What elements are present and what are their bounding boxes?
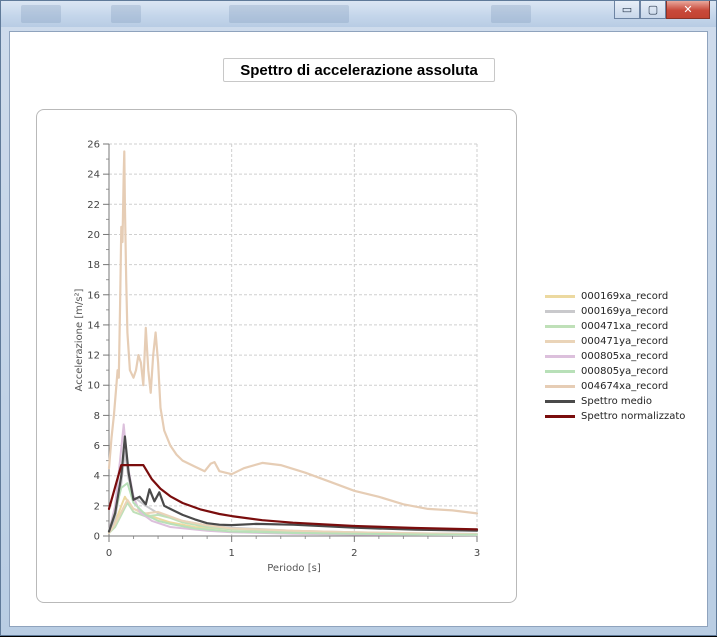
y-tick-label: 8 bbox=[94, 411, 100, 422]
series-line-004674xa_record bbox=[107, 150, 479, 515]
legend-item: Spettro medio bbox=[545, 394, 685, 409]
x-tick-label: 0 bbox=[106, 548, 112, 559]
legend-item: 000805xa_record bbox=[545, 349, 685, 364]
legend-swatch bbox=[545, 355, 575, 358]
y-tick-label: 4 bbox=[94, 471, 100, 482]
y-tick-label: 10 bbox=[87, 381, 100, 392]
legend-swatch bbox=[545, 370, 575, 373]
legend-item: 000169xa_record bbox=[545, 289, 685, 304]
legend-label: Spettro medio bbox=[581, 396, 653, 407]
legend-label: 000471ya_record bbox=[581, 336, 669, 347]
legend-label: Spettro normalizzato bbox=[581, 411, 686, 422]
y-tick-label: 16 bbox=[87, 290, 100, 301]
legend-swatch bbox=[545, 325, 575, 328]
legend-swatch bbox=[545, 295, 575, 298]
legend-label: 000805ya_record bbox=[581, 366, 669, 377]
x-tick-label: 2 bbox=[351, 548, 357, 559]
legend-label: 004674xa_record bbox=[581, 381, 669, 392]
legend-item: 000471xa_record bbox=[545, 319, 685, 334]
y-tick-label: 0 bbox=[94, 532, 100, 543]
legend-item: 004674xa_record bbox=[545, 379, 685, 394]
y-tick-label: 6 bbox=[94, 441, 100, 452]
legend-item: 000169ya_record bbox=[545, 304, 685, 319]
legend-label: 000471xa_record bbox=[581, 321, 669, 332]
y-tick-label: 26 bbox=[87, 140, 100, 151]
y-tick-label: 14 bbox=[87, 320, 100, 331]
y-tick-label: 20 bbox=[87, 230, 100, 241]
x-tick-label: 3 bbox=[474, 548, 480, 559]
legend-item: Spettro normalizzato bbox=[545, 409, 685, 424]
legend-swatch bbox=[545, 310, 575, 313]
y-tick-label: 2 bbox=[94, 501, 100, 512]
x-axis-label: Periodo [s] bbox=[267, 563, 321, 574]
series-line-000805xa_record bbox=[108, 423, 478, 537]
y-tick-label: 22 bbox=[87, 200, 100, 211]
legend-label: 000169ya_record bbox=[581, 306, 669, 317]
series-group bbox=[107, 150, 479, 537]
legend: 000169xa_record 000169ya_record 000471xa_r… bbox=[545, 289, 685, 424]
legend-swatch bbox=[545, 415, 575, 418]
y-tick-label: 12 bbox=[87, 351, 100, 362]
legend-swatch bbox=[545, 340, 575, 343]
legend-swatch bbox=[545, 385, 575, 388]
legend-swatch bbox=[545, 400, 575, 403]
legend-label: 000805xa_record bbox=[581, 351, 669, 362]
y-tick-label: 18 bbox=[87, 260, 100, 271]
legend-item: 000805ya_record bbox=[545, 364, 685, 379]
grid bbox=[109, 143, 478, 536]
legend-item: 000471ya_record bbox=[545, 334, 685, 349]
y-tick-label: 24 bbox=[87, 170, 100, 181]
app-window: ▭ ▢ ✕ Spettro di accelerazione assoluta … bbox=[0, 0, 717, 636]
legend-label: 000169xa_record bbox=[581, 291, 669, 302]
y-axis-label: Accelerazione [m/s²] bbox=[74, 288, 85, 391]
x-tick-label: 1 bbox=[228, 548, 234, 559]
